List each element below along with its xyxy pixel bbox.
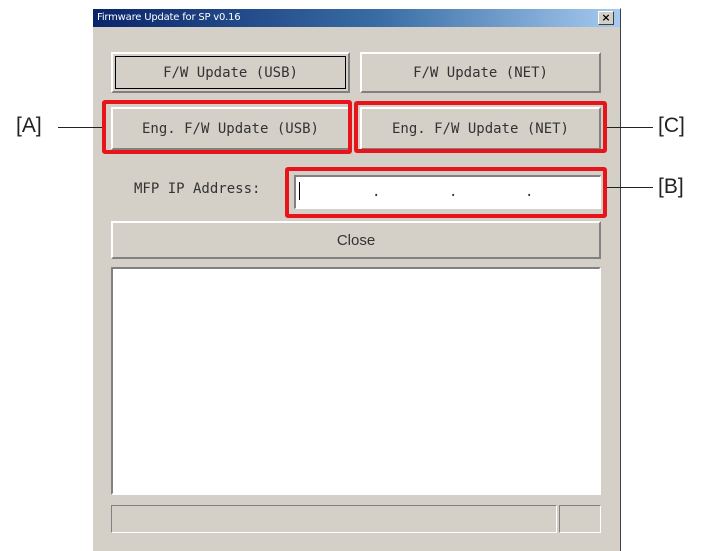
fw-update-net-label: F/W Update (NET) — [413, 64, 548, 81]
progress-bar — [111, 505, 557, 533]
fw-update-usb-button[interactable]: F/W Update (USB) — [111, 52, 350, 93]
close-button[interactable]: Close — [111, 221, 601, 259]
highlight-a — [102, 100, 352, 154]
firmware-update-window: Firmware Update for SP v0.16 × F/W Updat… — [92, 8, 621, 551]
callout-a-label: [A] — [16, 114, 42, 137]
callout-b-label: [B] — [658, 175, 684, 198]
mfp-ip-address-label: MFP IP Address: — [134, 181, 261, 197]
highlight-c — [354, 101, 607, 153]
close-icon: × — [601, 11, 611, 24]
window-close-button[interactable]: × — [598, 11, 614, 25]
status-panel — [559, 505, 601, 533]
fw-update-usb-label: F/W Update (USB) — [163, 64, 298, 81]
title-bar[interactable]: Firmware Update for SP v0.16 × — [93, 9, 620, 27]
callout-c-leader — [607, 127, 653, 128]
log-output-area[interactable] — [111, 267, 601, 495]
highlight-b — [285, 167, 607, 218]
callout-a-leader — [58, 127, 102, 128]
close-button-label: Close — [336, 231, 376, 249]
callout-b-leader — [607, 187, 653, 188]
fw-update-net-button[interactable]: F/W Update (NET) — [360, 52, 601, 93]
callout-c-label: [C] — [658, 114, 685, 137]
window-title: Firmware Update for SP v0.16 — [97, 12, 241, 23]
